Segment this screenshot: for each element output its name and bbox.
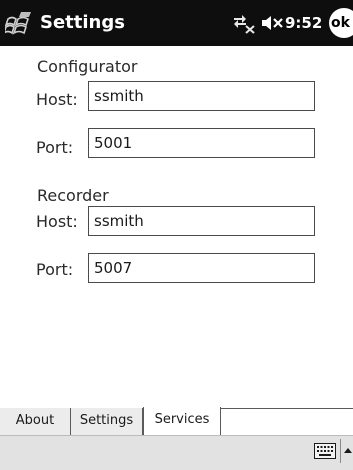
up-arrow-icon[interactable] (340, 439, 353, 463)
tab-settings[interactable]: Settings (71, 408, 143, 435)
ok-button[interactable]: ok (329, 8, 353, 38)
tab-services[interactable]: Services (143, 407, 221, 435)
configurator-port-input[interactable] (88, 128, 315, 158)
services-panel: Configurator Host: Port: Recorder Host: … (0, 46, 353, 408)
tab-strip: About Settings Services (0, 407, 353, 435)
recorder-port-label: Port: (36, 260, 74, 279)
configurator-host-label: Host: (36, 90, 78, 109)
keyboard-icon[interactable] (314, 443, 336, 459)
command-bar (0, 435, 353, 470)
connectivity-icon[interactable] (231, 12, 257, 34)
clock[interactable]: 9:52 (285, 12, 322, 34)
volume-muted-icon[interactable] (261, 15, 283, 31)
window-title: Settings (40, 12, 125, 33)
configurator-port-label: Port: (36, 138, 74, 157)
configurator-heading: Configurator (37, 57, 138, 76)
title-bar: Settings 9:52 ok (0, 0, 353, 46)
recorder-host-input[interactable] (88, 206, 315, 236)
tab-about[interactable]: About (0, 408, 71, 435)
windows-start-icon[interactable] (5, 10, 33, 36)
configurator-host-input[interactable] (88, 81, 315, 111)
recorder-host-label: Host: (36, 212, 78, 231)
recorder-port-input[interactable] (88, 253, 315, 283)
recorder-heading: Recorder (37, 186, 109, 205)
